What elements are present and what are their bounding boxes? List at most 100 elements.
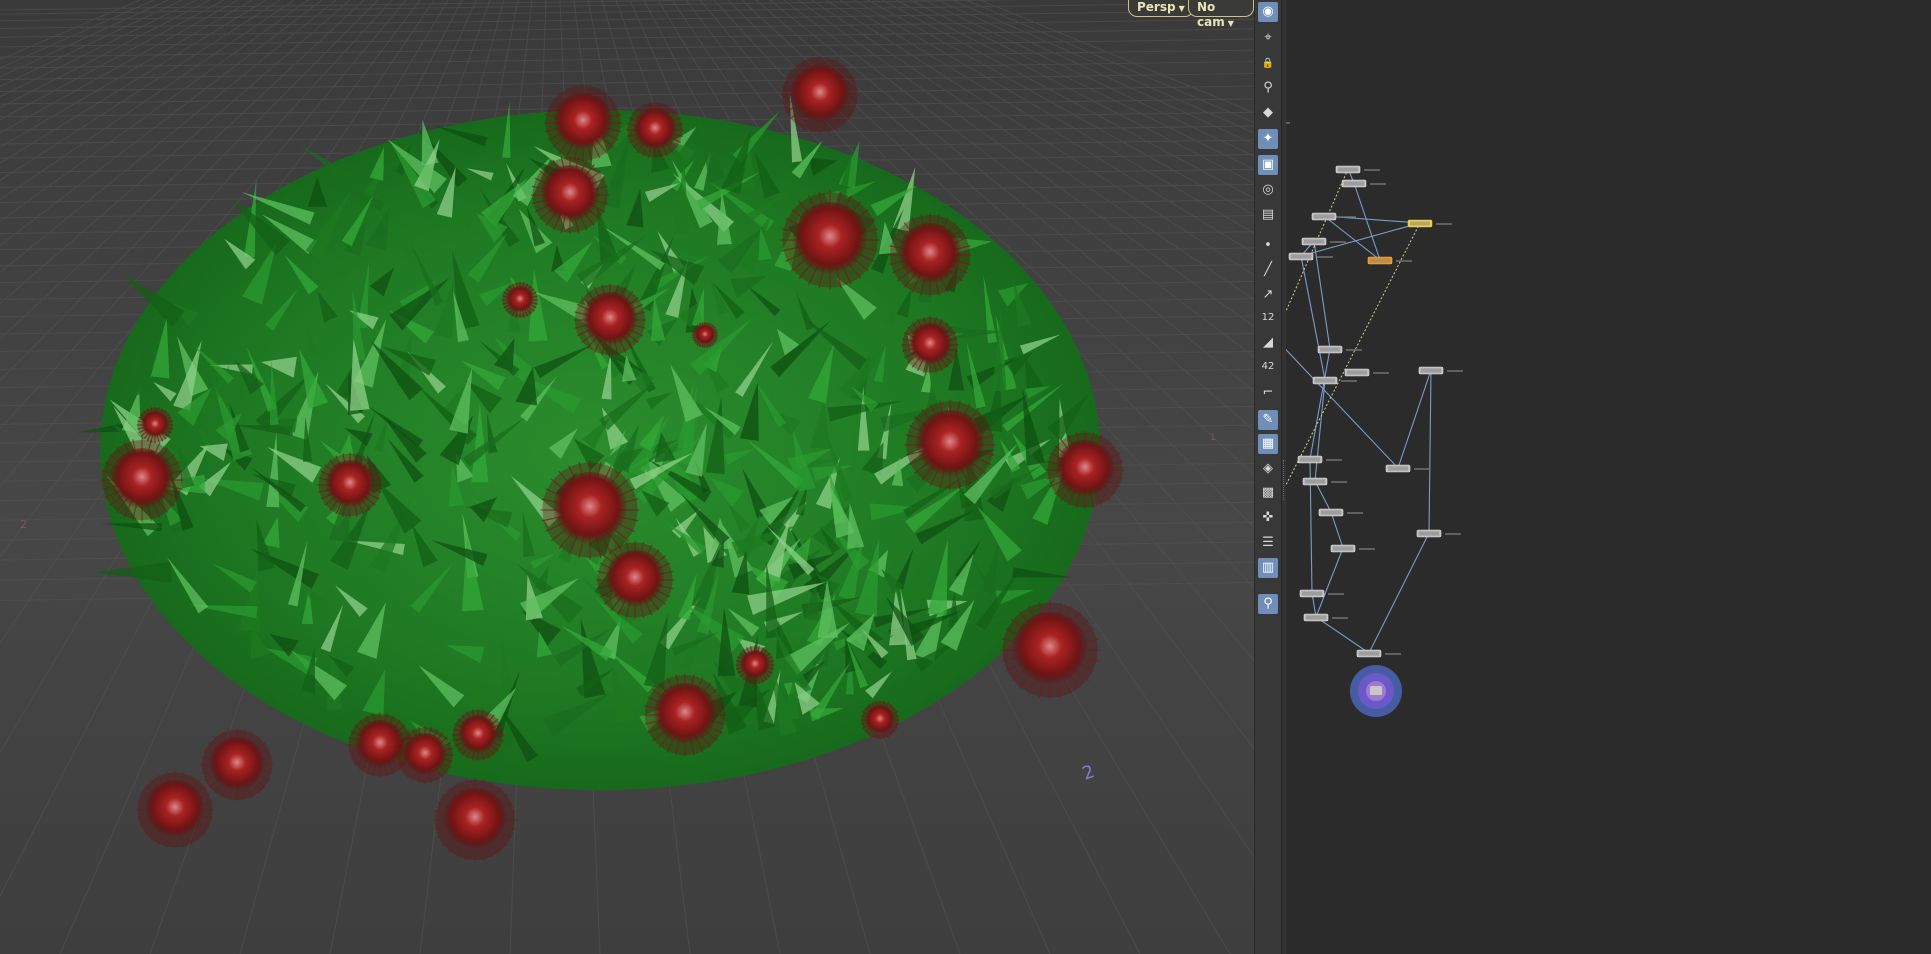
point-icon: • [1264,238,1272,253]
viewport-scene: 2 2 1 [0,0,1254,954]
network-node[interactable] [1302,477,1347,486]
network-node[interactable] [1318,508,1363,517]
node-wire [1323,215,1421,224]
grid-label: 2 [1080,761,1098,785]
nodes [1286,119,1463,717]
diamond-button[interactable]: ◈ [1258,459,1278,479]
node-wire [1300,255,1326,381]
checker-icon: ▦ [1261,436,1275,451]
network-node[interactable] [1341,179,1386,188]
shading-button[interactable]: ▣ [1258,155,1278,175]
network-node[interactable] [1312,376,1357,385]
bulb-settings-button[interactable]: ⚲ [1258,594,1278,614]
light-button[interactable]: ◆ [1258,103,1278,123]
network-node[interactable] [1297,455,1342,464]
film-button[interactable]: ▩ [1258,483,1278,503]
grid-label: 1 [1210,433,1216,443]
lock-icon: 🔒 [1261,58,1275,69]
display-icon: ☰ [1262,535,1274,550]
shading-icon: ▣ [1261,157,1275,172]
network-node[interactable] [1330,544,1375,553]
view-icon: ◉ [1262,4,1274,19]
node-wire [1428,369,1432,534]
ghost-button[interactable]: ▤ [1258,205,1278,225]
berry [200,728,274,802]
node-wire [1314,379,1326,482]
cam-menu-button[interactable]: No cam ▼ [1188,0,1254,29]
node-wire [1353,182,1381,261]
node-wire [1315,616,1370,654]
berry [433,778,517,862]
prim-button[interactable]: ◢ [1258,333,1278,353]
network-node[interactable] [1299,589,1344,598]
chevron-down-icon: ▼ [1227,19,1234,28]
network-node[interactable] [1418,366,1463,375]
diamond-icon: ◈ [1263,461,1273,476]
node-wire [1323,215,1381,261]
houdini-window: 2 2 1 Persp ▼ No cam ▼ ◉ ⌖ 🔒 ⚲ ◆ ✦ ▣ ◎ ▤ • ╱ ↗ 12 ◢ 42 ⌐ ✎… [0,0,1931,954]
node-network-editor[interactable] [1286,0,1931,954]
network-node[interactable] [1344,368,1389,377]
network-node[interactable] [1288,252,1333,261]
view-button[interactable]: ◉ [1258,2,1278,22]
number-button[interactable]: 12 [1258,308,1278,328]
light-icon: ◆ [1263,105,1273,120]
vector-button[interactable]: ↗ [1258,285,1278,305]
node-wire [1315,547,1344,618]
lock-button[interactable]: 🔒 [1258,54,1278,74]
pin-icon: ⚲ [1263,80,1273,95]
bulb-icon: ✦ [1262,131,1274,146]
display-button[interactable]: ☰ [1258,533,1278,553]
prim-number-icon: 42 [1261,361,1275,372]
node-wire [1286,348,1399,469]
camera-button[interactable]: ▥ [1258,558,1278,578]
scene-viewport[interactable]: 2 2 1 Persp ▼ No cam ▼ [0,0,1254,954]
network-node[interactable] [1356,649,1401,658]
ghost-icon: ▤ [1261,207,1275,222]
point-button[interactable]: • [1258,236,1278,256]
berry [136,771,214,849]
visibility-icon: ◎ [1262,182,1274,197]
chevron-down-icon: ▼ [1178,4,1185,13]
visibility-button[interactable]: ◎ [1258,180,1278,200]
brush-icon: ✎ [1262,412,1274,427]
prim-icon: ◢ [1263,335,1273,350]
number-icon: 12 [1261,312,1275,323]
prim-number-button[interactable]: 42 [1258,357,1278,377]
pin-button[interactable]: ⚲ [1258,78,1278,98]
network-node[interactable] [1286,119,1290,126]
axis-icon: ✜ [1262,510,1274,525]
vector-icon: ↗ [1262,287,1274,302]
node-wire [1397,369,1432,469]
cam-menu-label: No cam [1197,0,1225,29]
node-wire [1314,480,1332,513]
network-node[interactable] [1367,256,1412,265]
network-graph [1286,119,1463,717]
node-wire [1368,532,1430,654]
select-icon: ⌖ [1264,30,1272,45]
network-node[interactable] [1335,165,1380,174]
network-node[interactable] [1317,345,1362,354]
network-node[interactable] [1407,219,1452,228]
display-toolbar: ◉ ⌖ 🔒 ⚲ ◆ ✦ ▣ ◎ ▤ • ╱ ↗ 12 ◢ 42 ⌐ ✎ ▦ ◈ ▩ ✜ ☰ ▥ ⚲ [1254,0,1282,954]
network-node[interactable] [1311,212,1356,221]
network-node[interactable] [1385,464,1430,473]
bounds-icon: ⌐ [1262,385,1274,400]
checker-button[interactable]: ▦ [1258,434,1278,454]
output-node[interactable] [1350,665,1402,717]
normal-icon: ╱ [1264,262,1272,277]
bulb-button[interactable]: ✦ [1258,129,1278,149]
bounds-button[interactable]: ⌐ [1258,383,1278,403]
network-node[interactable] [1301,237,1346,246]
brush-button[interactable]: ✎ [1258,410,1278,430]
bulb-settings-icon: ⚲ [1263,596,1273,611]
network-node[interactable] [1416,529,1461,538]
camera-icon: ▥ [1261,560,1275,575]
reference-wire [1286,222,1421,486]
normal-button[interactable]: ╱ [1258,260,1278,280]
node-wire [1330,511,1344,549]
camera-menu-button[interactable]: Persp ▼ [1128,0,1194,17]
select-button[interactable]: ⌖ [1258,28,1278,48]
axis-button[interactable]: ✜ [1258,508,1278,528]
network-node[interactable] [1303,613,1348,622]
